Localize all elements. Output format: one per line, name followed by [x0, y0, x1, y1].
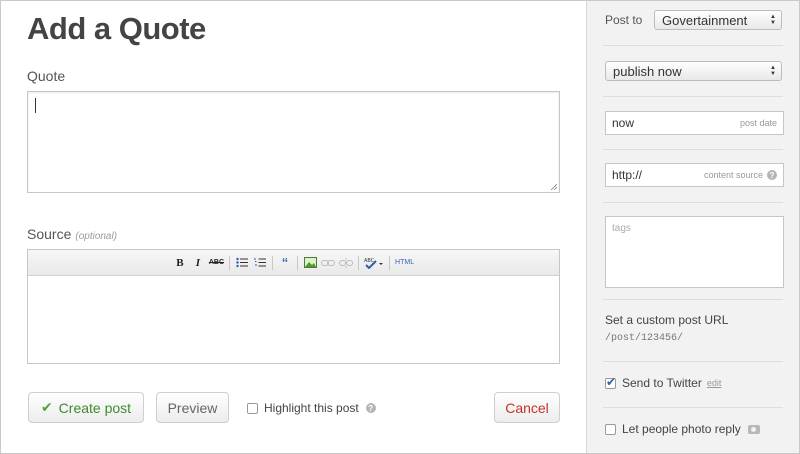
help-icon[interactable]: ?: [767, 170, 777, 180]
highlight-option[interactable]: Highlight this post ?: [247, 401, 376, 415]
create-post-label: Create post: [58, 399, 132, 416]
toolbar-divider: [229, 255, 231, 270]
quote-textarea[interactable]: [27, 91, 560, 193]
tags-input[interactable]: tags: [605, 216, 784, 288]
unlink-icon[interactable]: [337, 254, 355, 272]
photo-reply-label: Let people photo reply: [622, 422, 741, 436]
quote-label: Quote: [27, 68, 66, 84]
divider: [603, 149, 783, 150]
post-date-hint: post date: [739, 118, 777, 128]
divider: [603, 299, 783, 300]
custom-url-path: /post/123456/: [605, 333, 684, 344]
blog-select-value: Govertainment: [662, 12, 748, 28]
insert-image-icon[interactable]: [301, 254, 319, 272]
resize-grip-icon[interactable]: [550, 183, 557, 190]
content-source-field[interactable]: http:// content source ?: [605, 163, 784, 187]
source-label-text: Source: [27, 226, 72, 242]
source-label: Source (optional): [27, 226, 117, 242]
send-to-twitter-option[interactable]: Send to Twitter edit: [605, 375, 722, 390]
divider: [603, 407, 783, 408]
divider: [603, 96, 783, 97]
divider: [603, 361, 783, 362]
photo-reply-option[interactable]: Let people photo reply: [605, 422, 760, 436]
source-optional-note: (optional): [75, 231, 118, 242]
preview-button[interactable]: Preview: [156, 392, 229, 423]
page-title: Add a Quote: [27, 11, 206, 46]
spellcheck-icon[interactable]: ABC: [362, 254, 386, 272]
numbered-list-icon[interactable]: [251, 254, 269, 272]
cancel-button[interactable]: Cancel: [494, 392, 560, 423]
checkmark-icon: ✔: [40, 399, 53, 415]
bullet-list-icon[interactable]: [233, 254, 251, 272]
edit-twitter-link[interactable]: edit: [707, 378, 722, 388]
sidebar: Post to Govertainment ▲ ▼ publish now ▲ ▼ …: [586, 1, 799, 453]
text-caret: [35, 98, 36, 113]
content-source-hint: content source ?: [704, 170, 777, 180]
photo-reply-checkbox[interactable]: [605, 423, 616, 435]
source-editor[interactable]: B I ABC “ ABC HTML: [27, 249, 560, 364]
italic-button[interactable]: I: [189, 254, 207, 272]
divider: [603, 45, 783, 46]
html-button[interactable]: HTML: [393, 254, 416, 272]
help-icon[interactable]: ?: [365, 403, 376, 413]
toolbar-divider: [389, 255, 391, 270]
toolbar-divider: [358, 255, 360, 270]
toolbar-divider: [297, 255, 299, 270]
post-to-label: Post to: [605, 13, 643, 27]
content-source-hint-text: content source: [703, 170, 763, 180]
blog-select[interactable]: Govertainment ▲ ▼: [654, 10, 782, 30]
divider: [603, 202, 783, 203]
post-date-field[interactable]: now post date: [605, 111, 784, 135]
publish-select-value: publish now: [613, 63, 682, 79]
highlight-checkbox[interactable]: [247, 402, 258, 414]
publish-select[interactable]: publish now ▲ ▼: [605, 61, 782, 81]
link-icon[interactable]: [319, 254, 337, 272]
tags-placeholder: tags: [612, 223, 631, 234]
content-source-value: http://: [612, 168, 643, 182]
highlight-label: Highlight this post: [264, 401, 359, 415]
camera-icon: [747, 424, 760, 434]
main-panel: Add a Quote Quote Source (optional) B I A…: [1, 1, 585, 453]
toolbar-divider: [272, 255, 274, 270]
blockquote-button[interactable]: “: [276, 254, 294, 272]
post-date-value: now: [612, 116, 635, 130]
editor-toolbar: B I ABC “ ABC HTML: [28, 250, 559, 276]
bold-button[interactable]: B: [171, 254, 189, 272]
create-post-button[interactable]: ✔ Create post: [28, 392, 144, 423]
send-to-twitter-label: Send to Twitter: [622, 376, 702, 390]
custom-url-link[interactable]: Set a custom post URL: [605, 313, 728, 327]
select-arrows-icon: ▲ ▼: [770, 65, 776, 77]
send-to-twitter-checkbox[interactable]: [605, 375, 616, 389]
select-arrows-icon: ▲ ▼: [770, 14, 776, 26]
strikethrough-button[interactable]: ABC: [207, 254, 226, 272]
